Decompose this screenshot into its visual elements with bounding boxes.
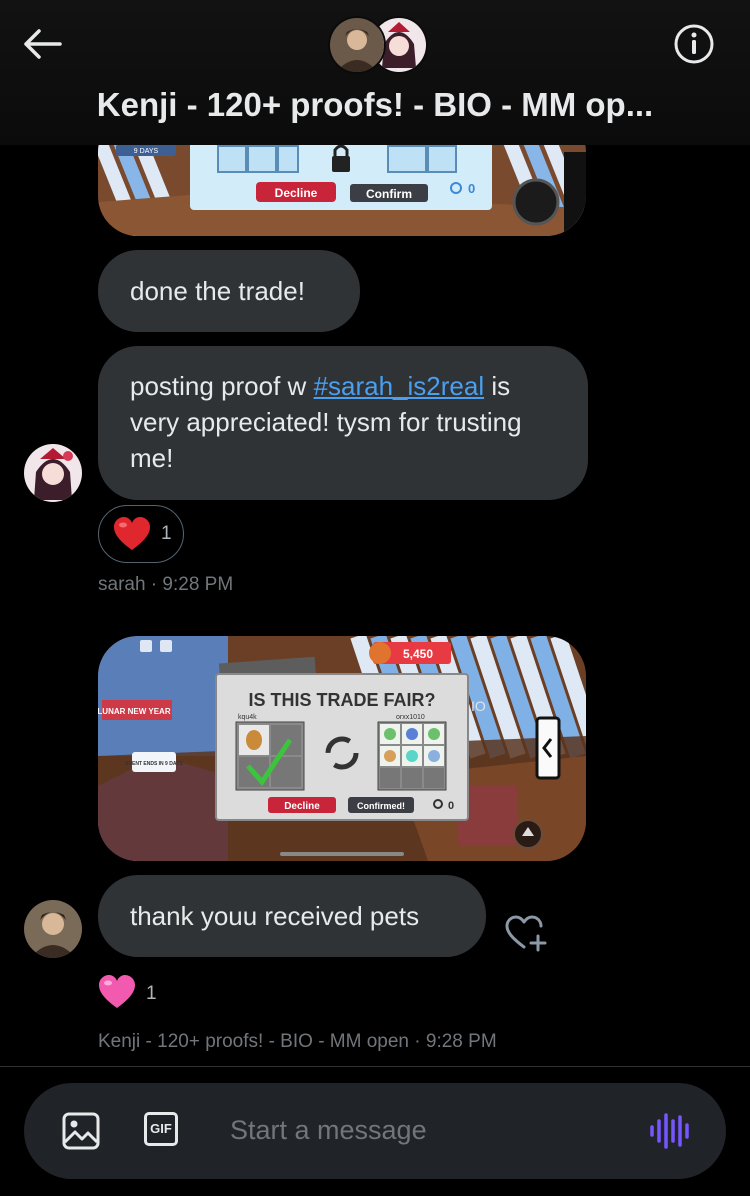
gif-button[interactable]: GIF [144, 1112, 178, 1146]
hashtag-link[interactable]: #sarah_is2real [314, 371, 485, 401]
message-input[interactable]: Start a message [230, 1115, 427, 1146]
avatar-kenji [328, 16, 386, 74]
conversation-avatars[interactable] [328, 16, 428, 74]
confirm-text: Confirm [366, 187, 412, 201]
message-composer: GIF Start a message [24, 1083, 726, 1179]
back-button[interactable] [20, 26, 64, 62]
conversation-header: Kenji - 120+ proofs! - BIO - MM op... [0, 0, 750, 145]
reaction-count: 1 [146, 983, 157, 1004]
sender-avatar-sarah[interactable] [24, 444, 82, 502]
message-meta-sarah: sarah · 9:28 PM [98, 574, 234, 595]
image-icon[interactable] [62, 1112, 100, 1150]
reaction-count: 1 [161, 523, 172, 544]
pink-heart-icon[interactable] [98, 974, 136, 1010]
info-button[interactable] [672, 22, 716, 66]
event-banner: LUNAR NEW YEAR [98, 707, 171, 716]
right-user: orxx1010 [396, 714, 425, 721]
event-ends: EVENT ENDS IN 9 DAYS [125, 761, 183, 767]
decline-text: Decline [284, 801, 320, 812]
viewer-count: 0 [448, 800, 454, 812]
side-label: IO [471, 698, 486, 714]
sender-avatar-kenji[interactable] [24, 900, 82, 958]
message-text: thank youu received pets [130, 901, 420, 931]
message-time: 9:28 PM [425, 1031, 497, 1052]
add-reaction-icon[interactable] [504, 914, 550, 952]
days-label: 9 DAYS [134, 148, 159, 155]
red-heart-icon [114, 517, 150, 550]
bucks-count: 5,450 [403, 647, 433, 661]
message-text: posting proof w #sarah_is2real is very a… [130, 371, 522, 473]
left-user: kqu4k [238, 714, 257, 721]
message-bubble-posting-proof[interactable]: posting proof w #sarah_is2real is very a… [98, 346, 588, 500]
conversation-title[interactable]: Kenji - 120+ proofs! - BIO - MM op... [0, 86, 750, 124]
message-bubble-thank-you[interactable]: thank youu received pets [98, 875, 486, 957]
gif-label: GIF [150, 1121, 172, 1136]
trade-title: IS THIS TRADE FAIR? [248, 690, 435, 710]
sender-name: sarah [98, 574, 146, 595]
trade-screenshot-2[interactable]: LUNAR NEW YEAR EVENT ENDS IN 9 DAYS 5,45… [98, 636, 586, 861]
info-icon [674, 24, 714, 64]
message-text: done the trade! [130, 276, 305, 306]
composer-divider [0, 1066, 750, 1067]
sender-name: Kenji - 120+ proofs! - BIO - MM open [98, 1031, 409, 1052]
message-bubble-done[interactable]: done the trade! [98, 250, 360, 332]
decline-text: Decline [275, 186, 318, 200]
viewer-count: 0 [468, 181, 475, 196]
voice-waveform-icon[interactable] [649, 1113, 689, 1149]
message-time: 9:28 PM [162, 574, 234, 595]
message-meta-kenji: Kenji - 120+ proofs! - BIO - MM open · 9… [98, 1031, 497, 1052]
reaction-pill-heart[interactable]: 1 [98, 505, 184, 563]
confirmed-text: Confirmed! [357, 801, 405, 811]
arrow-left-icon [24, 29, 62, 59]
